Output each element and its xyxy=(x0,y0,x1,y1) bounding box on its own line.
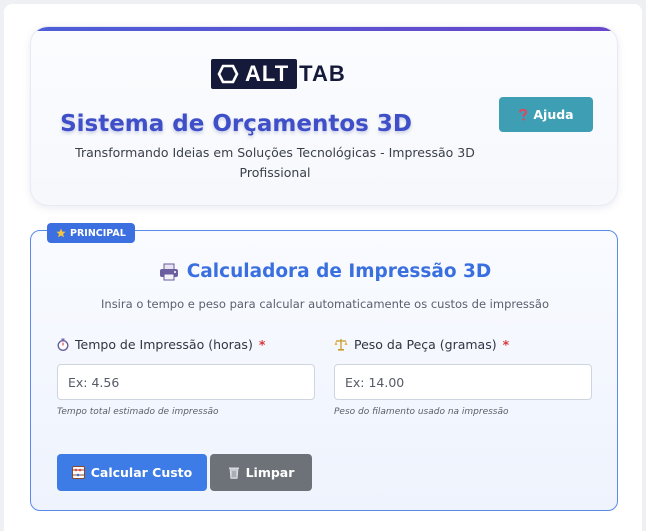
calculate-cost-button[interactable]: Calcular Custo xyxy=(57,454,207,491)
help-button[interactable]: Ajuda xyxy=(499,97,593,132)
hexagon-icon xyxy=(217,64,239,84)
logo-text-alt: ALT xyxy=(245,61,290,86)
question-icon xyxy=(518,108,528,121)
calculate-cost-label: Calcular Custo xyxy=(90,465,193,480)
help-button-label: Ajuda xyxy=(533,107,574,122)
calculator-title: Calculadora de Impressão 3D xyxy=(31,261,619,282)
abacus-icon xyxy=(71,466,85,479)
print-time-label: Tempo de Impressão (horas) * xyxy=(57,335,315,353)
page-subtitle: Transformando Ideias em Soluções Tecnoló… xyxy=(75,145,475,180)
scale-icon xyxy=(334,338,348,351)
clear-button[interactable]: Limpar xyxy=(210,454,312,491)
print-time-field: Tempo de Impressão (horas) * Tempo total… xyxy=(57,335,315,417)
logo-text-tab: TAB xyxy=(299,61,346,86)
print-time-hint: Tempo total estimado de impressão xyxy=(57,407,219,417)
stopwatch-icon xyxy=(57,338,69,351)
calculator-title-text: Calculadora de Impressão 3D xyxy=(186,261,492,282)
part-weight-hint: Peso do filamento usado na impressão xyxy=(334,407,509,417)
trash-icon xyxy=(228,466,240,479)
printer-icon xyxy=(159,263,179,281)
calculator-card: PRINCIPAL Calculadora de Impressão 3D In… xyxy=(30,223,619,511)
print-time-input[interactable] xyxy=(57,364,315,400)
required-mark: * xyxy=(502,336,510,352)
page: ALT TAB Sistema de Orçamentos 3D Transfo… xyxy=(4,4,642,531)
alttab-logo: ALT TAB xyxy=(211,59,346,89)
logo-box: ALT xyxy=(211,59,298,89)
part-weight-label: Peso da Peça (gramas) * xyxy=(334,335,592,353)
part-weight-label-text: Peso da Peça (gramas) xyxy=(354,336,497,352)
badge-label: PRINCIPAL xyxy=(70,227,126,239)
print-time-label-text: Tempo de Impressão (horas) xyxy=(75,336,253,352)
required-mark: * xyxy=(258,336,266,352)
header-card: ALT TAB Sistema de Orçamentos 3D Transfo… xyxy=(30,26,618,206)
clear-button-label: Limpar xyxy=(245,465,295,480)
part-weight-field: Peso da Peça (gramas) * Peso do filament… xyxy=(334,335,592,417)
star-icon xyxy=(56,228,66,238)
page-title: Sistema de Orçamentos 3D xyxy=(60,111,412,137)
calculator-description: Insira o tempo e peso para calcular auto… xyxy=(101,297,549,311)
principal-badge: PRINCIPAL xyxy=(47,223,135,243)
part-weight-input[interactable] xyxy=(334,364,592,400)
